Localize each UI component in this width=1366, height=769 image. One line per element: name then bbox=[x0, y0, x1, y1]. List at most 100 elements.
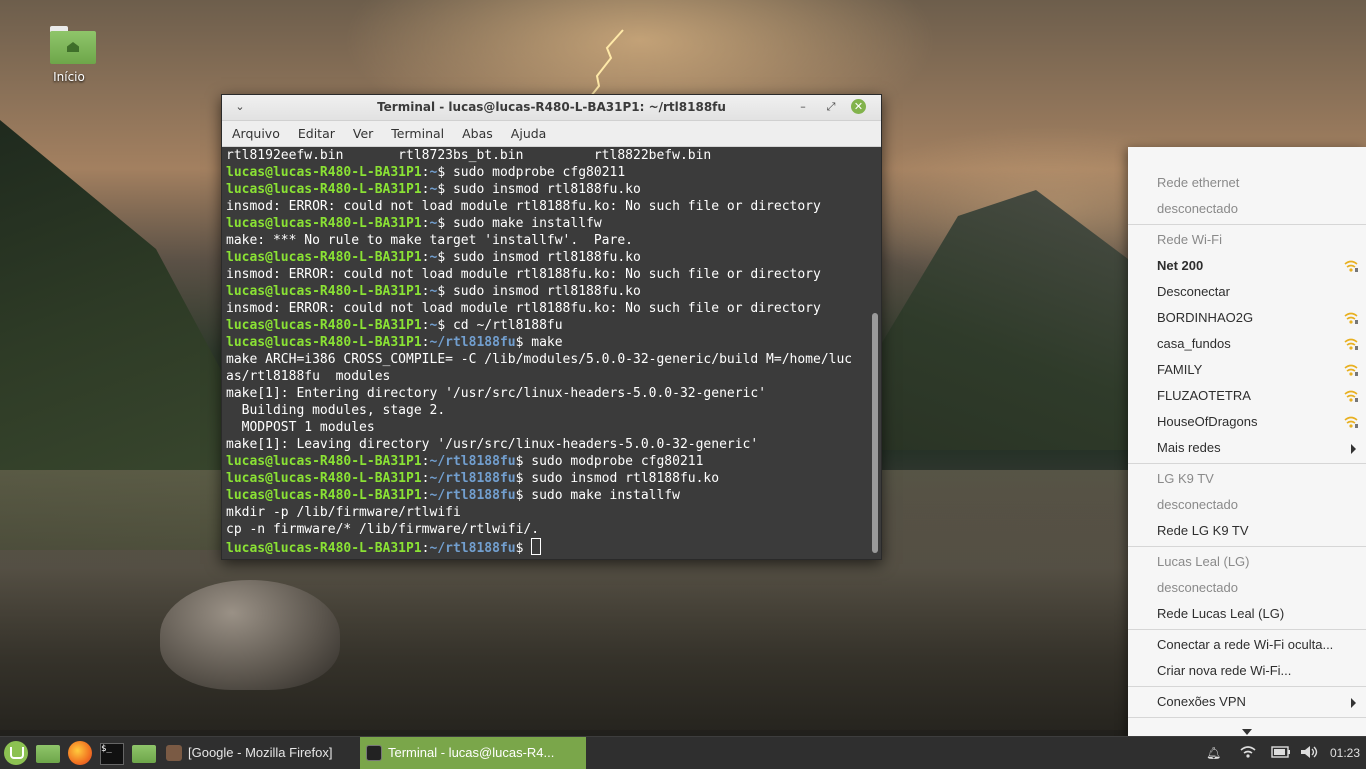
separator bbox=[1128, 686, 1366, 687]
prompt-command: $ sudo insmod rtl8188fu.ko bbox=[437, 250, 641, 265]
taskbar-terminal[interactable]: Terminal - lucas@lucas-R4... bbox=[360, 737, 586, 769]
terminal-window[interactable]: ⌄ Terminal - lucas@lucas-R480-L-BA31P1: … bbox=[221, 94, 882, 560]
prompt-path: ~/rtl8188fu bbox=[429, 541, 516, 556]
close-button[interactable]: ✕ bbox=[851, 99, 866, 114]
terminal-prompt-line: lucas@lucas-R480-L-BA31P1:~/rtl8188fu$ m… bbox=[226, 334, 870, 351]
show-desktop-icon[interactable] bbox=[36, 745, 60, 763]
separator bbox=[1128, 463, 1366, 464]
wallpaper-mountain-right bbox=[880, 190, 1140, 450]
home-folder-icon bbox=[46, 26, 96, 64]
terminal-output-line: insmod: ERROR: could not load module rtl… bbox=[226, 199, 821, 214]
prompt-path: ~/rtl8188fu bbox=[429, 335, 516, 350]
terminal-prompt-line: lucas@lucas-R480-L-BA31P1:~/rtl8188fu$ s… bbox=[226, 453, 870, 470]
wifi-network-item[interactable]: BORDINHAO2G bbox=[1128, 305, 1366, 331]
prompt-path: ~/rtl8188fu bbox=[429, 471, 516, 486]
prompt-separator: : bbox=[421, 335, 430, 350]
wifi-network-item[interactable]: FAMILY bbox=[1128, 357, 1366, 383]
terminal-prompt-line: lucas@lucas-R480-L-BA31P1:~/rtl8188fu$ s… bbox=[226, 487, 870, 504]
separator bbox=[1128, 717, 1366, 718]
menu-abas[interactable]: Abas bbox=[452, 121, 501, 141]
submenu-arrow-icon bbox=[1351, 444, 1356, 454]
wifi-network-item[interactable]: casa_fundos bbox=[1128, 331, 1366, 357]
connect-hidden-wifi-item[interactable]: Conectar a rede Wi-Fi oculta... bbox=[1128, 632, 1366, 658]
wallpaper-rock bbox=[160, 580, 340, 690]
terminal-cursor bbox=[531, 538, 542, 555]
menu-ver[interactable]: Ver bbox=[343, 121, 381, 141]
desktop-home-folder[interactable]: Início bbox=[42, 26, 96, 84]
terminal-output-line: make: *** No rule to make target 'instal… bbox=[226, 233, 633, 248]
volume-tray-icon[interactable] bbox=[1300, 737, 1320, 769]
wifi-heading: Rede Wi-Fi bbox=[1157, 232, 1223, 247]
prompt-separator: : bbox=[421, 165, 430, 180]
prompt-user: lucas@lucas-R480-L-BA31P1 bbox=[226, 454, 422, 469]
terminal-launcher-icon[interactable]: $_ bbox=[100, 743, 124, 765]
vpn-connections-item[interactable]: Conexões VPN bbox=[1128, 689, 1366, 715]
terminal-output-line: cp -n firmware/* /lib/firmware/rtlwifi/. bbox=[226, 522, 540, 537]
menu-terminal[interactable]: Terminal bbox=[381, 121, 452, 141]
firefox-launcher-icon[interactable] bbox=[68, 741, 92, 765]
terminal-scrollbar[interactable] bbox=[869, 148, 879, 556]
taskbar-firefox-label: [Google - Mozilla Firefox] bbox=[188, 745, 333, 760]
create-new-wifi-item[interactable]: Criar nova rede Wi-Fi... bbox=[1128, 658, 1366, 684]
wifi-network-label: casa_fundos bbox=[1157, 336, 1231, 351]
wifi-network-item[interactable]: FLUZAOTETRA bbox=[1128, 383, 1366, 409]
taskbar-firefox[interactable]: [Google - Mozilla Firefox] bbox=[160, 737, 384, 769]
menu-arquivo[interactable]: Arquivo bbox=[222, 121, 288, 141]
wifi-signal-icon bbox=[1344, 390, 1358, 402]
prompt-user: lucas@lucas-R480-L-BA31P1 bbox=[226, 318, 422, 333]
prompt-separator: : bbox=[421, 454, 430, 469]
terminal-output-line: make[1]: Entering directory '/usr/src/li… bbox=[226, 386, 767, 401]
battery-tray-icon[interactable] bbox=[1271, 737, 1291, 769]
wifi-network-item[interactable]: HouseOfDragons bbox=[1128, 409, 1366, 435]
prompt-user: lucas@lucas-R480-L-BA31P1 bbox=[226, 250, 422, 265]
clock[interactable]: 01:23 bbox=[1330, 737, 1360, 769]
menu-editar[interactable]: Editar bbox=[288, 121, 343, 141]
menu-ajuda[interactable]: Ajuda bbox=[501, 121, 555, 141]
wifi-signal-icon bbox=[1344, 312, 1358, 324]
terminal-output-line: Building modules, stage 2. bbox=[226, 403, 446, 418]
prompt-command: $ sudo insmod rtl8188fu.ko bbox=[515, 471, 720, 486]
terminal-prompt-line: lucas@lucas-R480-L-BA31P1:~$ cd ~/rtl818… bbox=[226, 317, 870, 334]
prompt-separator: : bbox=[421, 284, 430, 299]
maximize-button[interactable]: ⤢ bbox=[823, 99, 839, 115]
terminal-output-line: insmod: ERROR: could not load module rtl… bbox=[226, 301, 821, 316]
minimize-button[interactable]: – bbox=[795, 99, 811, 115]
terminal-titlebar[interactable]: ⌄ Terminal - lucas@lucas-R480-L-BA31P1: … bbox=[222, 95, 881, 121]
wifi-signal-icon bbox=[1344, 260, 1358, 272]
prompt-command: $ sudo insmod rtl8188fu.ko bbox=[437, 182, 641, 197]
prompt-command: $ bbox=[515, 541, 532, 556]
terminal-prompt-line: lucas@lucas-R480-L-BA31P1:~/rtl8188fu$ s… bbox=[226, 470, 870, 487]
wifi-network-label: HouseOfDragons bbox=[1157, 414, 1258, 429]
files-launcher-icon[interactable] bbox=[132, 745, 156, 763]
mint-menu-icon[interactable] bbox=[4, 741, 28, 765]
lgk9-network-item[interactable]: Rede LG K9 TV bbox=[1128, 518, 1366, 544]
prompt-separator: : bbox=[421, 541, 430, 556]
lucas-network-item[interactable]: Rede Lucas Leal (LG) bbox=[1128, 601, 1366, 627]
scroll-down-arrow-icon[interactable] bbox=[1242, 729, 1252, 735]
prompt-path: ~/rtl8188fu bbox=[429, 454, 516, 469]
terminal-prompt-line: lucas@lucas-R480-L-BA31P1:~$ sudo insmod… bbox=[226, 181, 870, 198]
network-menu: Rede ethernet desconectado Rede Wi-Fi Ne… bbox=[1128, 147, 1366, 748]
wifi-signal-icon bbox=[1344, 416, 1358, 428]
prompt-command: $ sudo modprobe cfg80211 bbox=[515, 454, 704, 469]
prompt-command: $ cd ~/rtl8188fu bbox=[437, 318, 563, 333]
terminal-output[interactable]: rtl8192eefw.bin rtl8723bs_bt.bin rtl8822… bbox=[223, 147, 870, 556]
network-tray-icon[interactable] bbox=[1239, 737, 1257, 769]
scrollbar-thumb[interactable] bbox=[872, 313, 878, 553]
prompt-user: lucas@lucas-R480-L-BA31P1 bbox=[226, 284, 422, 299]
wifi-network-label: FLUZAOTETRA bbox=[1157, 388, 1251, 403]
notifications-bell-icon[interactable]: 🔔︎ bbox=[1206, 737, 1222, 769]
wifi-connected-network[interactable]: Net 200 bbox=[1128, 253, 1366, 279]
disconnect-item[interactable]: Desconectar bbox=[1128, 279, 1366, 305]
terminal-menubar: Arquivo Editar Ver Terminal Abas Ajuda bbox=[222, 121, 881, 147]
wifi-network-label: BORDINHAO2G bbox=[1157, 310, 1254, 325]
prompt-command: $ make bbox=[515, 335, 563, 350]
more-networks-item[interactable]: Mais redes bbox=[1128, 435, 1366, 461]
bottom-panel: $_ [Google - Mozilla Firefox] Terminal -… bbox=[0, 736, 1366, 769]
submenu-arrow-icon bbox=[1351, 698, 1356, 708]
prompt-command: $ sudo make installfw bbox=[515, 488, 680, 503]
separator bbox=[1128, 629, 1366, 630]
prompt-separator: : bbox=[421, 488, 430, 503]
terminal-output-line: make[1]: Leaving directory '/usr/src/lin… bbox=[226, 437, 759, 452]
more-networks-label: Mais redes bbox=[1157, 440, 1221, 455]
